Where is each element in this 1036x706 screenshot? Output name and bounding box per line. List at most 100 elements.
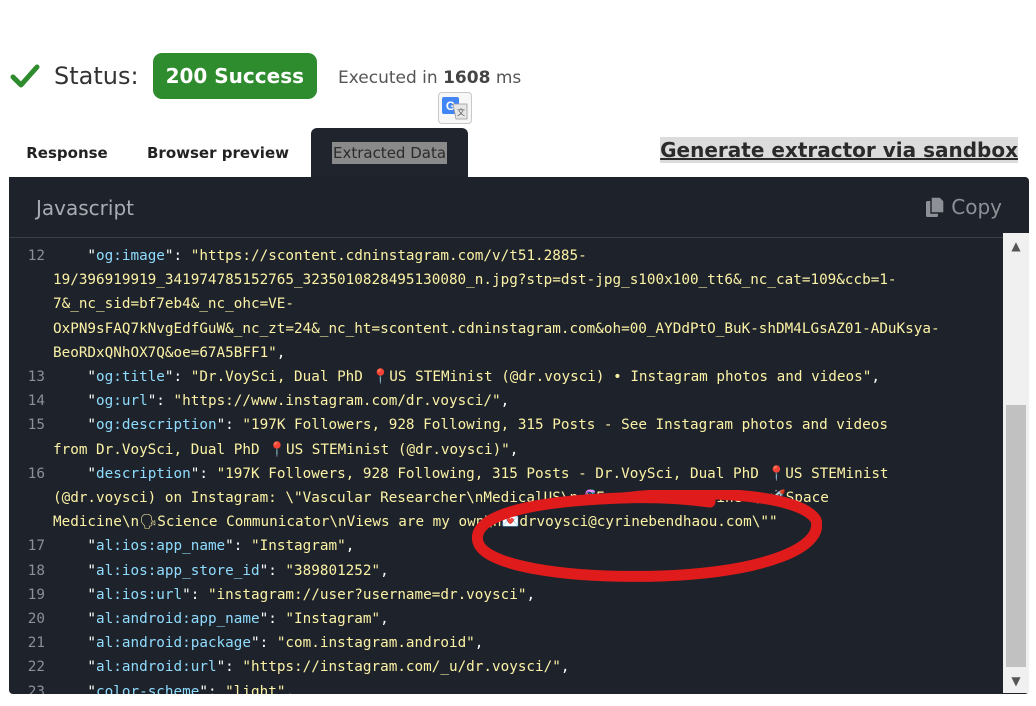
code-line: "al:android:url": "https://instagram.com… — [53, 659, 569, 675]
tab-extracted-data[interactable]: Extracted Data — [311, 128, 468, 178]
code-string: 19/396919919_341974785152765_32350108284… — [53, 272, 897, 289]
code-string: "Instagram" — [251, 538, 346, 555]
code-punctuation: ": — [164, 369, 191, 385]
code-punctuation: , — [871, 369, 880, 385]
code-key: og:title — [96, 369, 165, 385]
code-punctuation: ": — [147, 393, 174, 410]
google-translate-icon[interactable]: G 文 — [438, 92, 472, 124]
code-punctuation: " — [53, 683, 97, 694]
code-line: "al:ios:url": "instagram://user?username… — [53, 587, 535, 603]
code-punctuation: ": — [216, 417, 243, 434]
code-panel: Javascript Copy 12 "og:image": "https://… — [9, 177, 1029, 694]
code-punctuation: ": — [250, 635, 277, 652]
code-punctuation: , — [526, 586, 536, 603]
code-punctuation: " — [53, 635, 97, 652]
code-scrollbar[interactable]: ▲ ▼ — [1003, 233, 1029, 693]
line-number: 13 — [27, 369, 45, 385]
code-string: BeoRDxQNhOX7Q&oe=67A5BFF1" — [53, 344, 277, 361]
code-string: (@dr.voysci) on Instagram: \"Vascular Re… — [53, 490, 829, 506]
code-line: 7&_nc_sid=bf7eb4&_nc_ohc=VE- — [53, 296, 294, 312]
line-number: 19 — [27, 586, 45, 603]
code-view[interactable]: 12 "og:image": "https://scontent.cdninst… — [9, 238, 1003, 694]
code-punctuation: ": — [259, 562, 286, 579]
code-key: og:url — [96, 393, 148, 410]
check-icon — [10, 64, 40, 88]
code-key: color-scheme — [96, 683, 200, 694]
code-line: "og:description": "197K Followers, 928 F… — [53, 417, 888, 433]
code-line: "og:image": "https://scontent.cdninstagr… — [53, 248, 586, 264]
code-key: og:description — [96, 417, 217, 434]
code-string: "197K Followers, 928 Following, 315 Post… — [242, 417, 888, 434]
code-line: 19/396919919_341974785152765_32350108284… — [53, 272, 897, 288]
scroll-down-icon[interactable]: ▼ — [1003, 674, 1029, 688]
code-string: "https://www.instagram.com/dr.voysci/" — [173, 393, 501, 410]
code-string: "197K Followers, 928 Following, 315 Post… — [216, 465, 889, 482]
code-string: "instagram://user?username=dr.voysci" — [207, 586, 527, 603]
code-string: from Dr.VoySci, Dual PhD 📍US STEMinist (… — [53, 441, 510, 458]
code-key: al:android:url — [96, 659, 217, 676]
line-number: 12 — [27, 248, 45, 264]
line-number: 16 — [27, 465, 45, 482]
code-punctuation: , — [345, 538, 355, 555]
code-line: Medicine\n🗣Science Communicator\nViews a… — [53, 514, 778, 530]
language-label: Javascript — [36, 196, 134, 220]
code-key: og:image — [96, 248, 165, 264]
generate-extractor-link[interactable]: Generate extractor via sandbox — [660, 137, 1018, 163]
code-line: "al:android:package": "com.instagram.and… — [53, 635, 483, 651]
code-string: "light" — [225, 683, 286, 694]
code-punctuation: " — [53, 465, 97, 482]
code-punctuation: " — [53, 538, 97, 555]
code-panel-header: Javascript Copy — [9, 177, 1029, 238]
tab-response[interactable]: Response — [10, 128, 124, 178]
line-number: 15 — [27, 417, 45, 434]
copy-icon — [926, 196, 945, 217]
code-string: "Dr.VoySci, Dual PhD 📍US STEMinist (@dr.… — [190, 369, 872, 385]
code-punctuation: " — [53, 248, 97, 264]
tab-browser-preview[interactable]: Browser preview — [136, 128, 300, 178]
code-punctuation: " — [53, 611, 97, 627]
code-punctuation: " — [53, 586, 97, 603]
code-line: "al:ios:app_store_id": "389801252", — [53, 562, 389, 579]
code-line: "og:url": "https://www.instagram.com/dr.… — [53, 393, 509, 409]
line-number: 17 — [27, 538, 45, 555]
code-key: al:ios:app_store_id — [96, 562, 260, 579]
code-punctuation: , — [285, 683, 295, 694]
line-number: 14 — [27, 393, 45, 410]
scroll-up-icon[interactable]: ▲ — [1003, 239, 1029, 253]
code-line: BeoRDxQNhOX7Q&oe=67A5BFF1", — [53, 345, 285, 361]
tab-extracted-data-label: Extracted Data — [331, 142, 448, 164]
code-punctuation: " — [53, 659, 97, 676]
code-string: "com.instagram.android" — [276, 635, 475, 652]
copy-button[interactable]: Copy — [925, 195, 1002, 219]
status-badge: 200 Success — [152, 53, 317, 99]
code-punctuation: " — [53, 562, 97, 579]
code-punctuation: " — [53, 369, 97, 385]
code-punctuation: , — [380, 562, 389, 579]
scrollbar-thumb[interactable] — [1006, 405, 1026, 667]
line-number: 18 — [27, 562, 45, 579]
code-string: "Instagram" — [285, 611, 381, 627]
code-punctuation: , — [380, 611, 389, 627]
code-punctuation: , — [500, 393, 510, 410]
code-punctuation: " — [53, 417, 97, 434]
code-punctuation: ": — [199, 683, 226, 694]
code-line: "description": "197K Followers, 928 Foll… — [53, 465, 889, 482]
line-number: 21 — [27, 635, 45, 652]
code-line: "al:android:app_name": "Instagram", — [53, 611, 389, 627]
status-label: Status: — [54, 62, 139, 90]
code-line: "al:ios:app_name": "Instagram", — [53, 538, 354, 554]
code-punctuation: " — [53, 393, 97, 410]
code-key: al:ios:app_name — [96, 538, 226, 555]
code-string: Medicine\n🗣Science Communicator\nViews a… — [53, 514, 778, 531]
line-number: 23 — [27, 683, 45, 694]
code-line: "og:title": "Dr.VoySci, Dual PhD 📍US STE… — [53, 369, 880, 385]
svg-text:文: 文 — [457, 107, 465, 117]
execution-time: Executed in 1608 ms — [338, 68, 521, 88]
line-number: 20 — [27, 611, 45, 627]
code-key: al:android:package — [96, 635, 251, 652]
execution-ms: 1608 — [443, 68, 491, 88]
code-punctuation: , — [276, 344, 286, 361]
copy-label: Copy — [951, 195, 1002, 219]
code-key: description — [96, 465, 191, 482]
code-punctuation: ": — [182, 586, 208, 603]
